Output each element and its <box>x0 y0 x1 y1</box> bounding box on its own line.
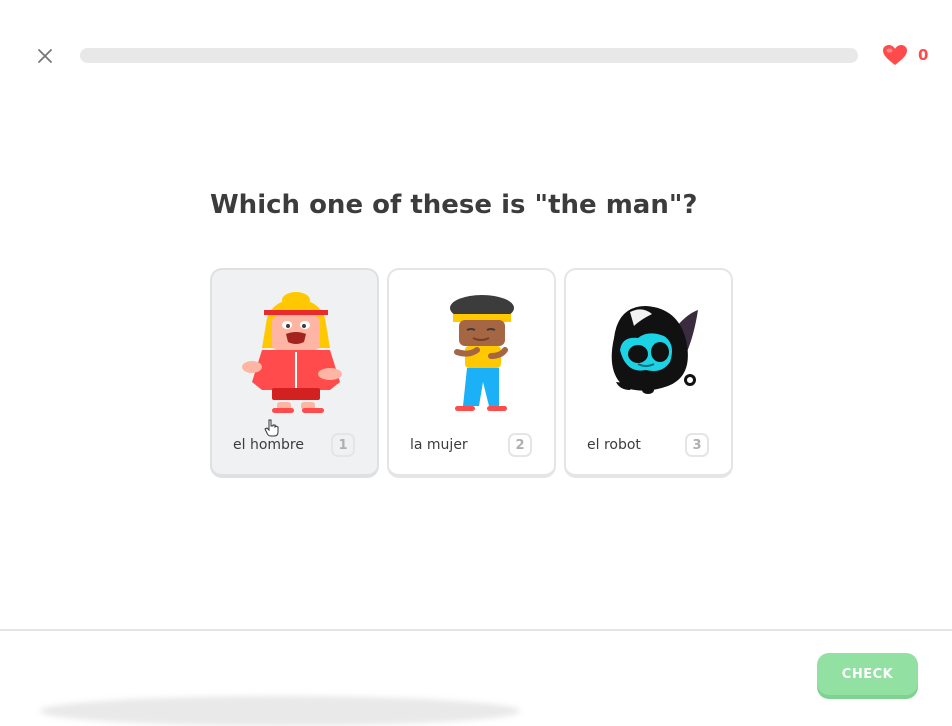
choice-key-badge: 1 <box>331 433 355 457</box>
close-button[interactable] <box>34 45 56 67</box>
choice-label: el hombre <box>233 437 304 453</box>
choice-card-el-robot[interactable]: el robot 3 <box>564 268 733 478</box>
choice-key-badge: 2 <box>508 433 532 457</box>
man-character-illustration <box>242 292 342 413</box>
footer-divider <box>0 629 952 631</box>
hearts-counter[interactable]: 0 <box>882 44 928 66</box>
question-title: Which one of these is "the man"? <box>210 190 698 220</box>
choice-key-badge: 3 <box>685 433 709 457</box>
close-icon <box>38 49 52 63</box>
choice-label: el robot <box>587 437 641 453</box>
choice-label: la mujer <box>410 437 468 453</box>
choice-list: el hombre 1 la mujer 2 el robot 3 <box>210 268 733 478</box>
hearts-count: 0 <box>918 46 929 64</box>
hand-cursor-icon <box>264 419 279 437</box>
check-button[interactable]: CHECK <box>817 653 918 695</box>
footer-shadow <box>40 696 520 726</box>
lesson-progress-bar <box>80 48 858 63</box>
woman-character-illustration <box>450 295 514 411</box>
robot-character-illustration <box>611 306 698 394</box>
heart-icon <box>883 45 907 65</box>
choice-card-el-hombre[interactable]: el hombre 1 <box>210 268 379 478</box>
choice-card-la-mujer[interactable]: la mujer 2 <box>387 268 556 478</box>
